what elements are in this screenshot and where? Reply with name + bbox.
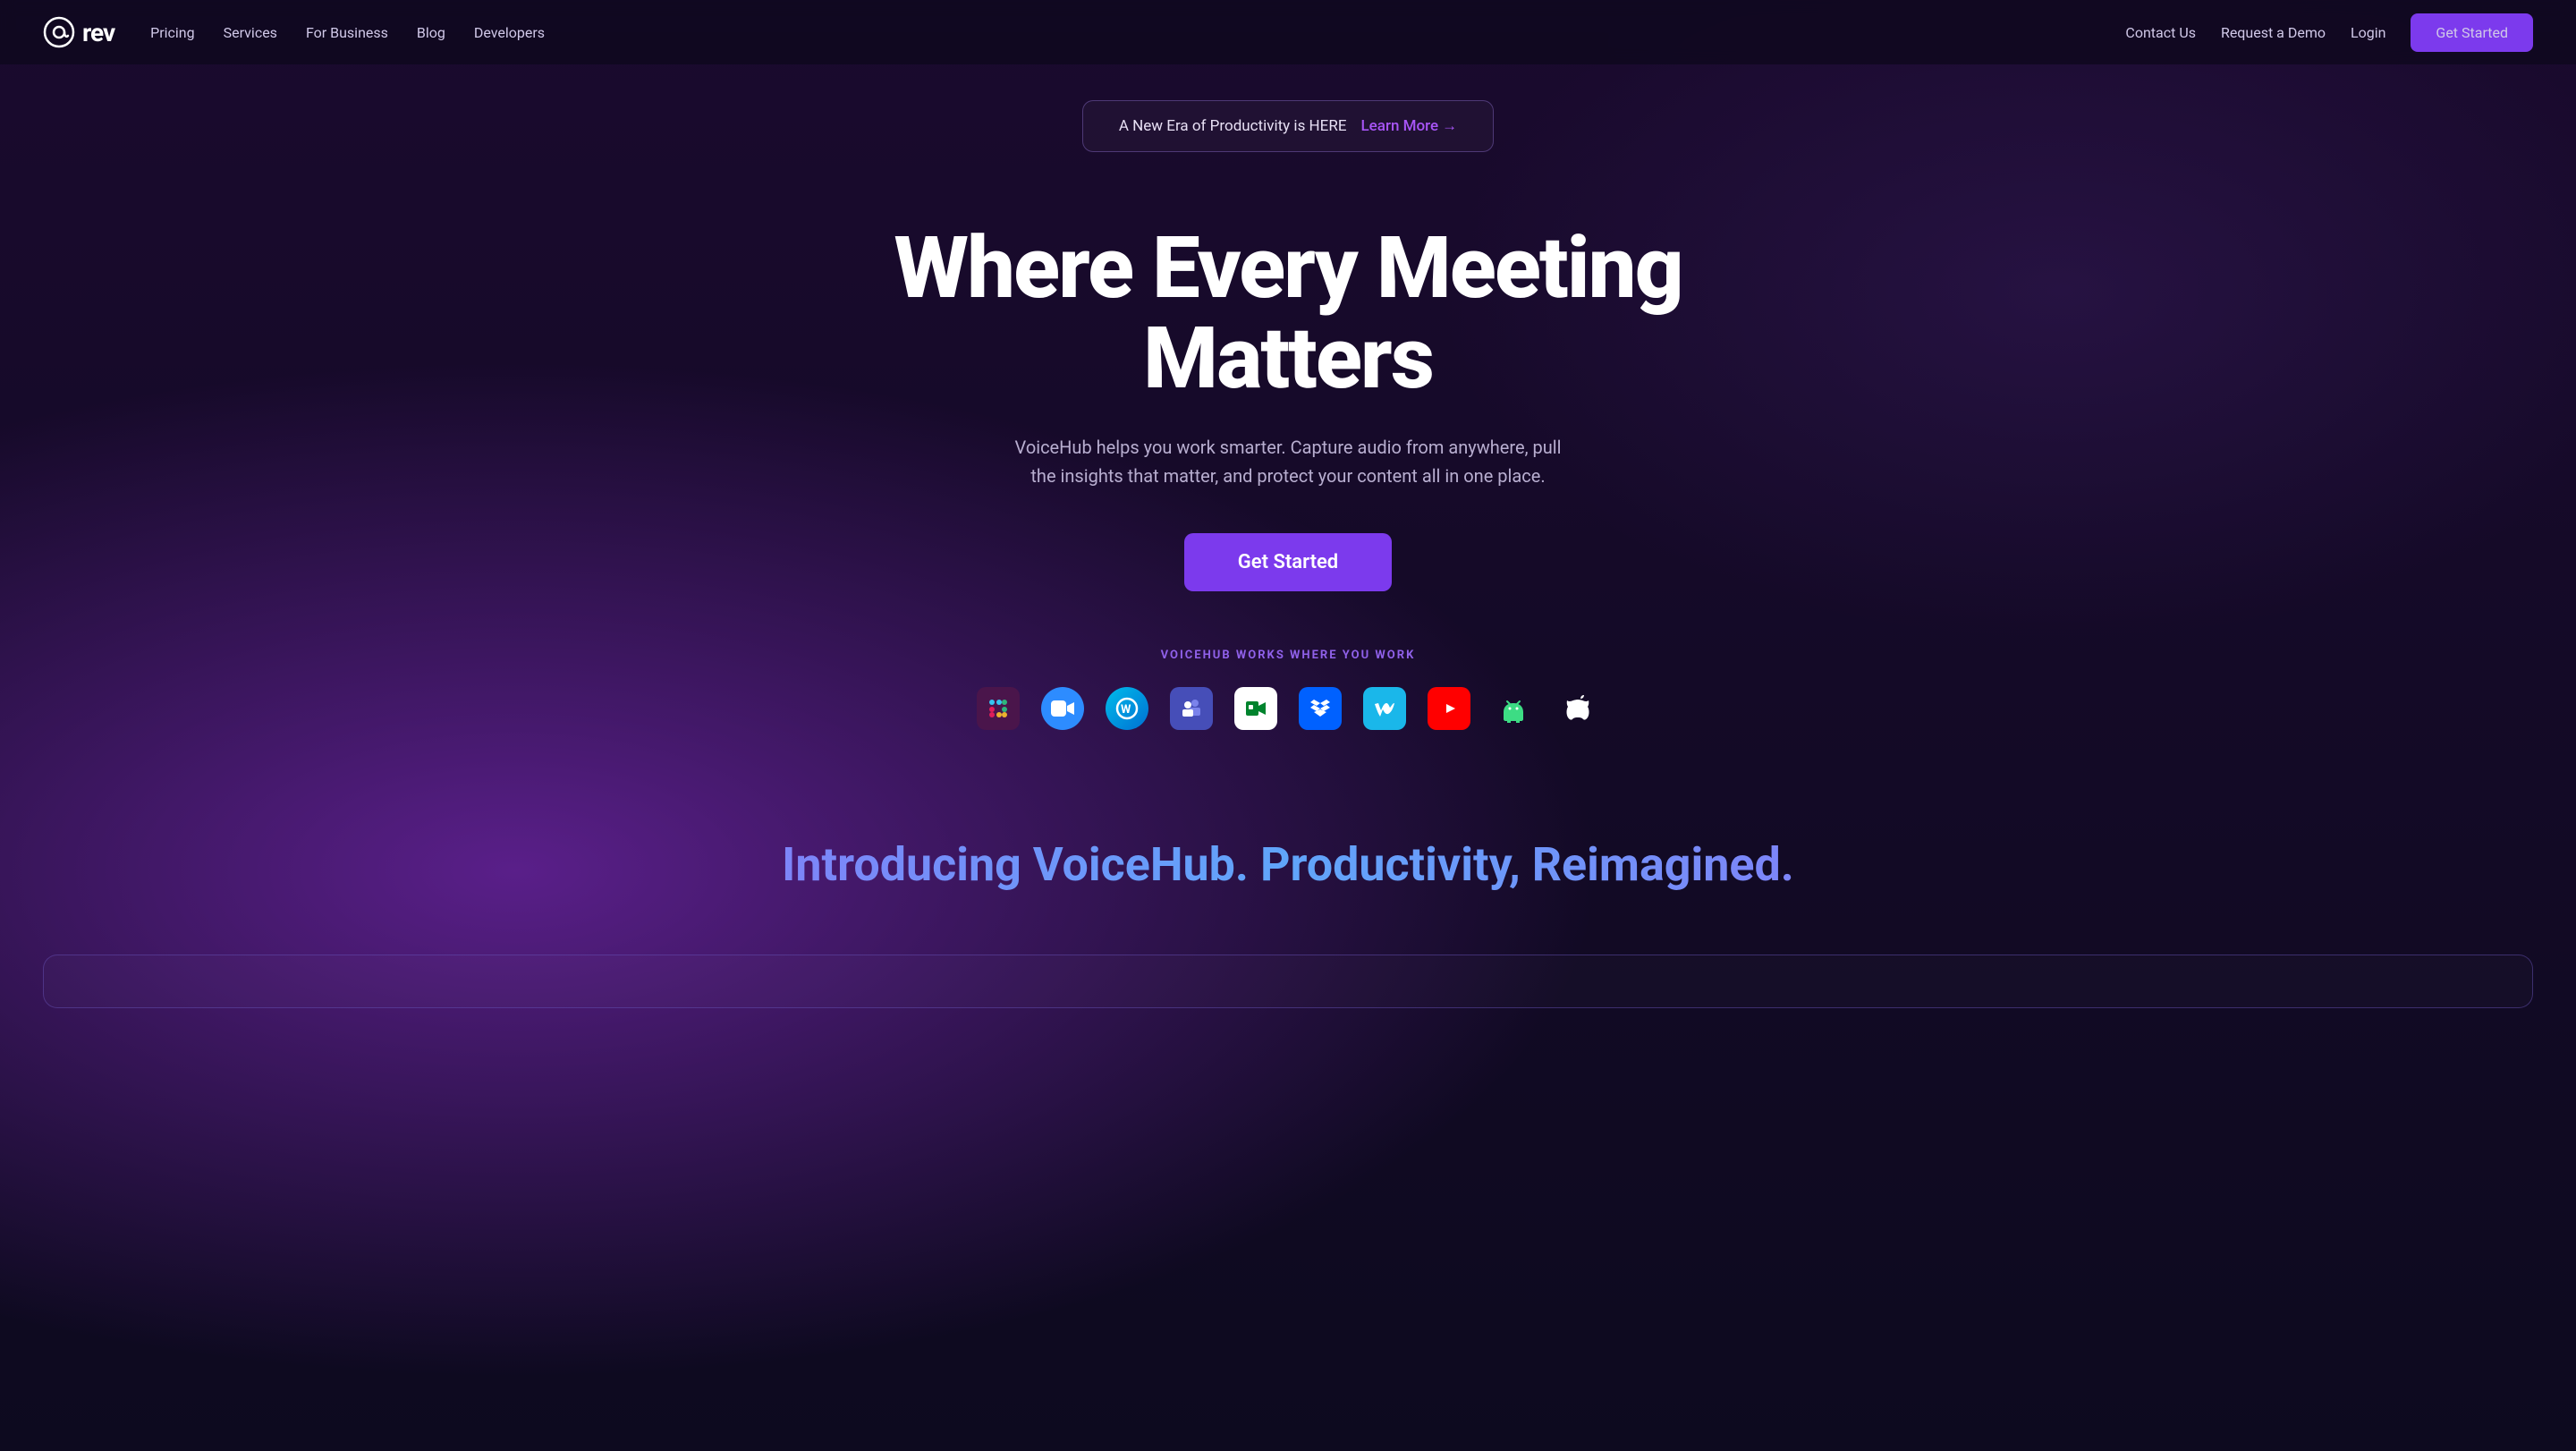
- google-meet-icon: [1234, 687, 1277, 730]
- integrations-section: VOICEHUB WORKS WHERE YOU WORK: [43, 649, 2533, 730]
- introducing-section: Introducing VoiceHub. Productivity, Reim…: [0, 784, 2576, 928]
- nav-link-for-business[interactable]: For Business: [306, 24, 388, 41]
- nav-link-developers[interactable]: Developers: [474, 24, 545, 41]
- hero-subtitle: VoiceHub helps you work smarter. Capture…: [1011, 433, 1565, 490]
- navigation: rev Pricing Services For Business Blog D…: [0, 0, 2576, 64]
- logo-icon: [43, 16, 75, 48]
- integrations-icons: W: [43, 687, 2533, 730]
- nav-left: rev Pricing Services For Business Blog D…: [43, 16, 545, 48]
- vimeo-icon: [1363, 687, 1406, 730]
- learn-more-label: Learn More: [1361, 117, 1439, 135]
- bottom-card: [43, 955, 2533, 1008]
- dropbox-icon: [1299, 687, 1342, 730]
- learn-more-arrow: →: [1442, 117, 1457, 135]
- logo[interactable]: rev: [43, 16, 114, 48]
- hero-section: Where Every Meeting Matters VoiceHub hel…: [0, 152, 2576, 784]
- apple-icon: [1556, 687, 1599, 730]
- slack-icon: [977, 687, 1020, 730]
- nav-get-started-button[interactable]: Get Started: [2411, 13, 2533, 52]
- webex-icon: W: [1106, 687, 1148, 730]
- learn-more-link[interactable]: Learn More →: [1361, 117, 1458, 135]
- nav-right: Contact Us Request a Demo Login Get Star…: [2125, 13, 2533, 52]
- nav-link-services[interactable]: Services: [224, 24, 277, 41]
- hero-title: Where Every Meeting Matters: [751, 224, 1825, 404]
- announcement-banner: A New Era of Productivity is HERE Learn …: [1082, 100, 1494, 152]
- nav-links: Pricing Services For Business Blog Devel…: [150, 24, 545, 41]
- nav-link-blog[interactable]: Blog: [417, 24, 445, 41]
- nav-contact-us[interactable]: Contact Us: [2125, 24, 2196, 41]
- nav-login[interactable]: Login: [2351, 24, 2385, 41]
- nav-request-demo[interactable]: Request a Demo: [2221, 24, 2326, 41]
- nav-link-pricing[interactable]: Pricing: [150, 24, 195, 41]
- teams-icon: [1170, 687, 1213, 730]
- logo-text: rev: [82, 18, 114, 47]
- integrations-label: VOICEHUB WORKS WHERE YOU WORK: [43, 649, 2533, 662]
- announcement-text: A New Era of Productivity is HERE: [1119, 117, 1347, 135]
- introducing-title: Introducing VoiceHub. Productivity, Reim…: [43, 837, 2533, 892]
- hero-get-started-button[interactable]: Get Started: [1184, 533, 1392, 591]
- zoom-icon: [1041, 687, 1084, 730]
- youtube-icon: [1428, 687, 1470, 730]
- android-icon: [1492, 687, 1535, 730]
- svg-text:W: W: [1121, 703, 1131, 717]
